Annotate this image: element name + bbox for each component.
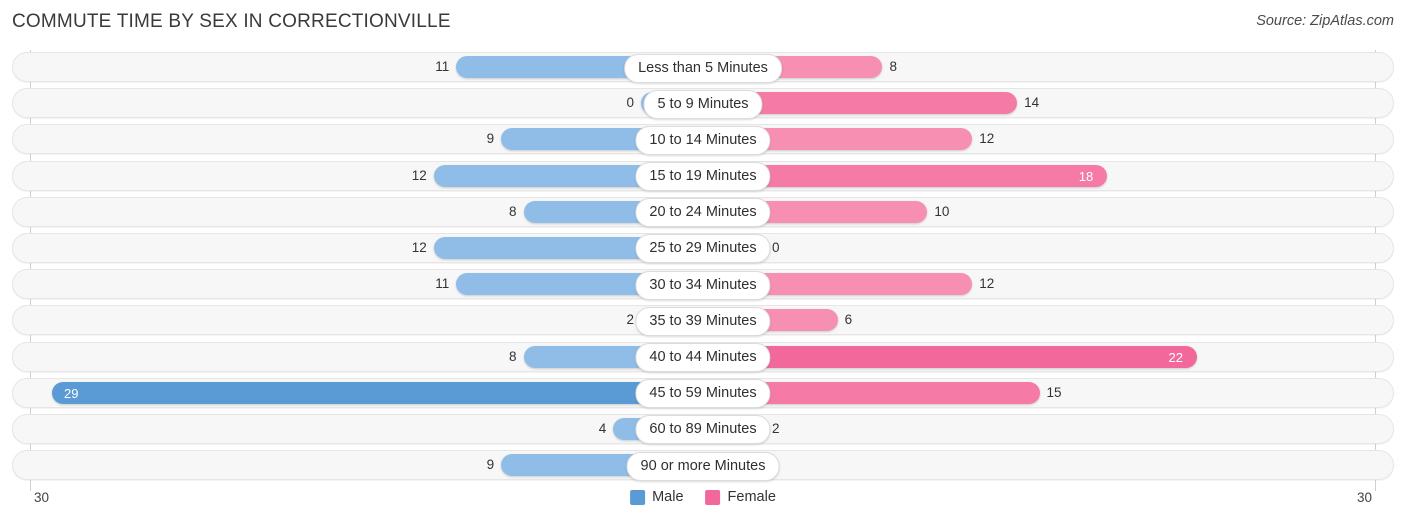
chart-row: 11 12 30 to 34 Minutes xyxy=(0,267,1406,303)
chart-row: 4 2 60 to 89 Minutes xyxy=(0,412,1406,448)
chart-row: 8 22 40 to 44 Minutes xyxy=(0,340,1406,376)
value-label-female: 15 xyxy=(1046,384,1062,400)
chart-row: 9090 or more Minutes xyxy=(0,448,1406,484)
chart-row: 9 12 10 to 14 Minutes xyxy=(0,122,1406,158)
value-label-male: 4 xyxy=(598,420,607,436)
legend-swatch-icon xyxy=(630,489,646,505)
category-label: 45 to 59 Minutes xyxy=(635,379,771,409)
chart-plot-area: 11 8 Less than 5 Minutes 0 14 5 to 9 Minutes 9… xyxy=(0,50,1406,491)
legend-swatch-icon xyxy=(705,489,721,505)
value-label-female: 10 xyxy=(934,203,950,219)
value-label-female: 2 xyxy=(772,420,780,436)
chart-row: 12 0 25 to 29 Minutes xyxy=(0,231,1406,267)
value-label-female: 22 xyxy=(1168,349,1183,365)
chart-row: 8 10 20 to 24 Minutes xyxy=(0,195,1406,231)
category-label: 35 to 39 Minutes xyxy=(635,306,771,336)
axis-tick-right: 30 xyxy=(1356,490,1372,505)
category-label: 10 to 14 Minutes xyxy=(635,125,771,155)
chart-row: 0 14 5 to 9 Minutes xyxy=(0,86,1406,122)
value-label-female: 0 xyxy=(772,239,780,255)
value-label-male: 9 xyxy=(486,131,495,147)
value-label-female: 6 xyxy=(844,312,853,328)
category-label: 5 to 9 Minutes xyxy=(643,89,763,119)
source-attribution: Source: ZipAtlas.com xyxy=(1256,13,1394,29)
legend-item-female[interactable]: Female xyxy=(705,489,776,505)
value-label-male: 29 xyxy=(63,385,79,401)
value-label-male: 12 xyxy=(411,239,427,255)
page-title: COMMUTE TIME BY SEX IN CORRECTIONVILLE xyxy=(12,11,451,32)
chart-footer: 30 Male Female 30 xyxy=(0,486,1406,523)
value-label-male: 11 xyxy=(435,276,450,292)
value-label-female: 12 xyxy=(979,131,995,147)
category-label: 30 to 34 Minutes xyxy=(635,270,771,300)
chart-header: COMMUTE TIME BY SEX IN CORRECTIONVILLE S… xyxy=(0,0,1406,44)
bar-male xyxy=(52,381,703,404)
category-label: 25 to 29 Minutes xyxy=(635,234,771,264)
category-label: Less than 5 Minutes xyxy=(624,53,782,83)
value-label-female: 12 xyxy=(979,276,995,292)
chart-legend: Male Female xyxy=(630,489,776,505)
category-label: 90 or more Minutes xyxy=(626,451,780,481)
axis-tick-left: 30 xyxy=(34,490,50,505)
category-label: 20 to 24 Minutes xyxy=(635,198,771,228)
commute-time-chart: COMMUTE TIME BY SEX IN CORRECTIONVILLE S… xyxy=(0,0,1406,523)
legend-label: Female xyxy=(727,489,776,505)
category-label: 60 to 89 Minutes xyxy=(635,415,771,445)
category-label: 15 to 19 Minutes xyxy=(635,162,771,192)
value-label-male: 0 xyxy=(626,95,634,111)
value-label-male: 2 xyxy=(626,312,634,328)
category-label: 40 to 44 Minutes xyxy=(635,343,771,372)
value-label-male: 9 xyxy=(486,457,495,473)
legend-label: Male xyxy=(652,489,684,505)
value-label-female: 8 xyxy=(889,59,897,74)
value-label-female: 14 xyxy=(1024,95,1040,111)
chart-row: 11 8 Less than 5 Minutes xyxy=(0,50,1406,86)
bar-female xyxy=(703,345,1197,368)
chart-row: 12 18 15 to 19 Minutes xyxy=(0,159,1406,195)
legend-item-male[interactable]: Male xyxy=(630,489,684,505)
chart-row: 2 6 35 to 39 Minutes xyxy=(0,303,1406,339)
value-label-male: 11 xyxy=(435,59,450,74)
value-label-male: 8 xyxy=(509,203,517,219)
chart-row: 29 15 45 to 59 Minutes xyxy=(0,376,1406,412)
value-label-male: 12 xyxy=(411,167,427,183)
value-label-male: 8 xyxy=(509,348,517,364)
value-label-female: 18 xyxy=(1078,168,1094,184)
